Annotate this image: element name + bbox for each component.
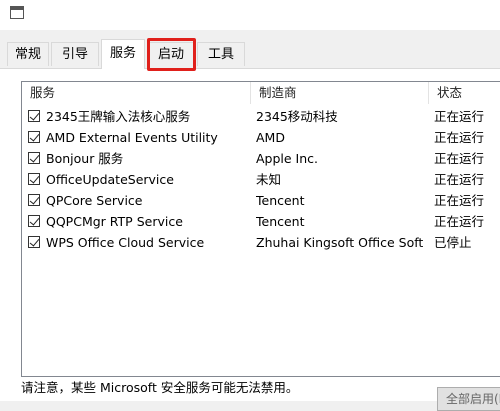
tab-boot[interactable]: 引导 (51, 42, 99, 66)
window-app-icon (10, 6, 24, 19)
tab-strip: 常规 引导 服务 启动 工具 (0, 30, 500, 69)
service-manufacturer: 未知 (256, 172, 282, 187)
table-row[interactable]: OfficeUpdateService 未知 正在运行 (22, 169, 500, 190)
service-manufacturer: AMD (256, 130, 285, 145)
table-row[interactable]: Bonjour 服务 Apple Inc. 正在运行 (22, 148, 500, 169)
service-name: QPCore Service (46, 193, 143, 208)
service-manufacturer: Tencent (256, 214, 305, 229)
service-status: 正在运行 (434, 109, 485, 124)
service-checkbox[interactable] (28, 152, 40, 164)
service-checkbox[interactable] (28, 131, 40, 143)
enable-all-button[interactable]: 全部启用(E) (437, 387, 500, 411)
service-name: Bonjour 服务 (46, 151, 124, 166)
service-name: QQPCMgr RTP Service (46, 214, 183, 229)
service-manufacturer: Apple Inc. (256, 151, 319, 166)
service-status: 已停止 (434, 235, 472, 250)
tab-tools[interactable]: 工具 (197, 42, 245, 66)
table-row[interactable]: QPCore Service Tencent 正在运行 (22, 190, 500, 211)
tab-services[interactable]: 服务 (101, 39, 145, 69)
service-manufacturer: 2345移动科技 (256, 109, 338, 124)
service-checkbox[interactable] (28, 194, 40, 206)
service-manufacturer: Zhuhai Kingsoft Office Soft... (256, 235, 424, 250)
service-name: 2345王牌输入法核心服务 (46, 109, 191, 124)
column-header-status[interactable]: 状态 (429, 82, 500, 104)
service-status: 正在运行 (434, 214, 485, 229)
column-header-service[interactable]: 服务 (22, 82, 250, 104)
service-status: 正在运行 (434, 151, 485, 166)
services-panel: 服务 制造商 状态 2345王牌输入法核心服务 2345移动科技 正在运行 AM… (0, 68, 500, 411)
table-row[interactable]: WPS Office Cloud Service Zhuhai Kingsoft… (22, 232, 500, 253)
table-row[interactable]: 2345王牌输入法核心服务 2345移动科技 正在运行 (22, 106, 500, 127)
service-name: AMD External Events Utility (46, 130, 218, 145)
table-row[interactable]: AMD External Events Utility AMD 正在运行 (22, 127, 500, 148)
services-list[interactable]: 服务 制造商 状态 2345王牌输入法核心服务 2345移动科技 正在运行 AM… (21, 81, 500, 377)
tab-general[interactable]: 常规 (7, 42, 49, 66)
table-row[interactable]: QQPCMgr RTP Service Tencent 正在运行 (22, 211, 500, 232)
column-header-manufacturer[interactable]: 制造商 (251, 82, 429, 104)
service-status: 正在运行 (434, 172, 485, 187)
service-status: 正在运行 (434, 130, 485, 145)
service-checkbox[interactable] (28, 110, 40, 122)
footer-note: 请注意，某些 Microsoft 安全服务可能无法禁用。 (21, 380, 299, 395)
service-name: WPS Office Cloud Service (46, 235, 205, 250)
service-name: OfficeUpdateService (46, 172, 174, 187)
list-header: 服务 制造商 状态 (22, 82, 500, 104)
title-bar (0, 0, 500, 30)
tab-startup[interactable]: 启动 (147, 42, 195, 66)
service-checkbox[interactable] (28, 236, 40, 248)
service-checkbox[interactable] (28, 173, 40, 185)
service-status: 正在运行 (434, 193, 485, 208)
service-checkbox[interactable] (28, 215, 40, 227)
service-manufacturer: Tencent (256, 193, 305, 208)
